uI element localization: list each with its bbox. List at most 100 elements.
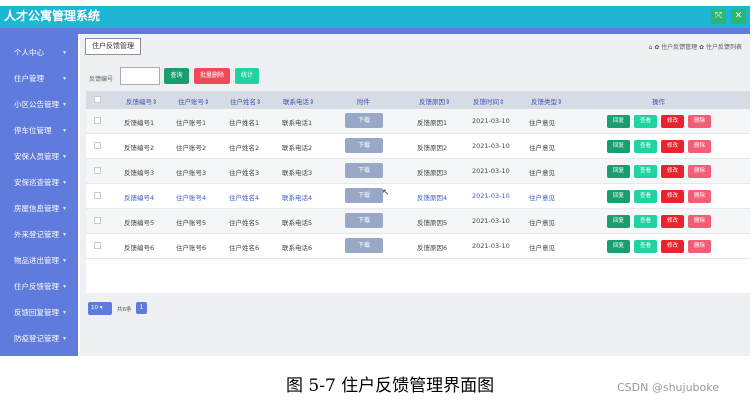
page-size-select[interactable]: 10 ▾ — [88, 302, 112, 315]
page-tab[interactable]: 住户反馈管理 — [85, 38, 141, 55]
edit-button[interactable]: 修改 — [661, 165, 684, 178]
sidebar-item-label: 住户管理 — [14, 74, 44, 83]
cell-time: 2021-03-10 — [472, 167, 510, 175]
sidebar-item[interactable]: 反馈回复管理 ▾ — [0, 300, 78, 326]
download-button[interactable]: 下载 — [345, 213, 383, 228]
cell-id: 反馈编号2 — [124, 144, 155, 152]
cell-reason: 反馈原因4 — [417, 194, 448, 202]
sidebar-item-label: 房屋信息管理 — [14, 204, 59, 213]
reply-button[interactable]: 回复 — [607, 115, 630, 128]
table-row[interactable]: 反馈编号3 住户账号3 住户姓名3 联系电话3 反馈原因3 2021-03-10 住户意见 下… — [86, 159, 750, 184]
search-input[interactable] — [120, 67, 160, 85]
row-checkbox[interactable] — [94, 192, 101, 199]
cell-id: 反馈编号5 — [124, 219, 155, 227]
sidebar-item[interactable]: 住户反馈管理 ▾ — [0, 274, 78, 300]
cell-id: 反馈编号3 — [124, 169, 155, 177]
reply-button[interactable]: 回复 — [607, 165, 630, 178]
edit-button[interactable]: 修改 — [661, 240, 684, 253]
view-button[interactable]: 查看 — [634, 215, 657, 228]
edit-button[interactable]: 修改 — [661, 140, 684, 153]
page-number[interactable]: 1 — [136, 302, 147, 314]
select-all-checkbox[interactable] — [94, 96, 101, 103]
view-button[interactable]: 查看 — [634, 190, 657, 203]
sidebar-item[interactable]: 安保巡查管理 ▾ — [0, 170, 78, 196]
edit-button[interactable]: 修改 — [661, 215, 684, 228]
sidebar-item[interactable]: 停车位管理 ▾ — [0, 118, 78, 144]
download-button[interactable]: 下载 — [345, 113, 383, 128]
delete-button[interactable]: 删除 — [688, 165, 711, 178]
cell-account: 住户账号5 — [176, 219, 207, 227]
column-header[interactable]: 反馈编号⇕ — [126, 96, 157, 106]
cell-phone: 联系电话2 — [282, 144, 313, 152]
query-button[interactable]: 查询 — [164, 68, 189, 84]
cell-type: 住户意见 — [529, 119, 555, 127]
row-checkbox[interactable] — [94, 117, 101, 124]
table-row[interactable]: 反馈编号2 住户账号2 住户姓名2 联系电话2 反馈原因2 2021-03-10 住户意见 下… — [86, 134, 750, 159]
cell-account: 住户账号2 — [176, 144, 207, 152]
download-button[interactable]: 下载 — [345, 163, 383, 178]
delete-button[interactable]: 删除 — [688, 190, 711, 203]
cell-id: 反馈编号6 — [124, 244, 155, 252]
sidebar-item[interactable]: 防疫登记管理 ▾ — [0, 326, 78, 352]
delete-button[interactable]: 删除 — [688, 115, 711, 128]
reply-button[interactable]: 回复 — [607, 190, 630, 203]
download-button[interactable]: 下载 — [345, 138, 383, 153]
column-header[interactable]: 反馈原因⇕ — [419, 96, 450, 106]
main-content: 住户反馈管理 ⌂ ✿ 住户反馈管理 ✿ 住户反馈列表 反馈编号 查询 批量删除 … — [80, 34, 750, 356]
cell-phone: 联系电话1 — [282, 119, 313, 127]
sidebar-item[interactable]: 房屋信息管理 ▾ — [0, 196, 78, 222]
chevron-down-icon: ▾ — [62, 49, 66, 56]
row-checkbox[interactable] — [94, 142, 101, 149]
search-label: 反馈编号 — [89, 76, 114, 83]
table-row[interactable]: 反馈编号5 住户账号5 住户姓名5 联系电话5 反馈原因5 2021-03-10 住户意见 下… — [86, 209, 750, 234]
delete-button[interactable]: 删除 — [688, 215, 711, 228]
row-checkbox[interactable] — [94, 217, 101, 224]
cell-account: 住户账号3 — [176, 169, 207, 177]
cell-phone: 联系电话3 — [282, 169, 313, 177]
sidebar-item[interactable]: 小区公告管理 ▾ — [0, 92, 78, 118]
table-row[interactable]: 反馈编号4 住户账号4 住户姓名4 联系电话4 反馈原因4 2021-03-10 住户意见 下… — [86, 184, 750, 209]
download-button[interactable]: 下载 — [345, 238, 383, 253]
view-button[interactable]: 查看 — [634, 140, 657, 153]
column-header[interactable]: 反馈类型⇕ — [531, 96, 562, 106]
sidebar-item-label: 防疫登记管理 — [14, 334, 59, 343]
column-header[interactable]: 联系电话⇕ — [283, 96, 314, 106]
cell-reason: 反馈原因6 — [417, 244, 448, 252]
close-icon[interactable]: ✕ — [731, 9, 746, 24]
delete-button[interactable]: 删除 — [688, 140, 711, 153]
column-header[interactable]: 住户姓名⇕ — [230, 96, 261, 106]
table-row[interactable]: 反馈编号1 住户账号1 住户姓名1 联系电话1 反馈原因1 2021-03-10 住户意见 下… — [86, 109, 750, 134]
sidebar-item[interactable]: 安保人员管理 ▾ — [0, 144, 78, 170]
stats-button[interactable]: 统计 — [235, 68, 259, 84]
batch-delete-button[interactable]: 批量删除 — [194, 68, 230, 84]
breadcrumb: ⌂ ✿ 住户反馈管理 ✿ 住户反馈列表 — [648, 44, 743, 51]
column-header[interactable]: 附件 — [357, 96, 370, 106]
edit-button[interactable]: 修改 — [661, 190, 684, 203]
sidebar-item[interactable]: 物品进出管理 ▾ — [0, 248, 78, 274]
row-checkbox[interactable] — [94, 167, 101, 174]
view-button[interactable]: 查看 — [634, 115, 657, 128]
expand-icon[interactable]: ⤧ — [711, 9, 726, 24]
view-button[interactable]: 查看 — [634, 240, 657, 253]
reply-button[interactable]: 回复 — [607, 215, 630, 228]
delete-button[interactable]: 删除 — [688, 240, 711, 253]
sidebar-item[interactable]: 住户管理 ▾ — [0, 66, 78, 92]
column-header[interactable]: 反馈时间⇕ — [473, 96, 504, 106]
download-button[interactable]: 下载 — [345, 188, 383, 203]
edit-button[interactable]: 修改 — [661, 115, 684, 128]
chevron-down-icon: ▾ — [62, 205, 66, 212]
cell-time: 2021-03-10 — [472, 117, 510, 125]
reply-button[interactable]: 回复 — [607, 240, 630, 253]
cell-name: 住户姓名3 — [229, 169, 260, 177]
column-header[interactable]: 操作 — [652, 96, 665, 106]
table-row[interactable]: 反馈编号6 住户账号6 住户姓名6 联系电话6 反馈原因6 2021-03-10 住户意见 下… — [86, 234, 750, 259]
sidebar-item[interactable]: 个人中心 ▾ — [0, 40, 78, 66]
column-header[interactable]: 住户账号⇕ — [178, 96, 209, 106]
cell-id: 反馈编号4 — [124, 194, 155, 202]
cell-reason: 反馈原因3 — [417, 169, 448, 177]
reply-button[interactable]: 回复 — [607, 140, 630, 153]
sidebar-item[interactable]: 外来登记管理 ▾ — [0, 222, 78, 248]
row-checkbox[interactable] — [94, 242, 101, 249]
view-button[interactable]: 查看 — [634, 165, 657, 178]
app-title: 人才公寓管理系统 — [4, 9, 101, 23]
